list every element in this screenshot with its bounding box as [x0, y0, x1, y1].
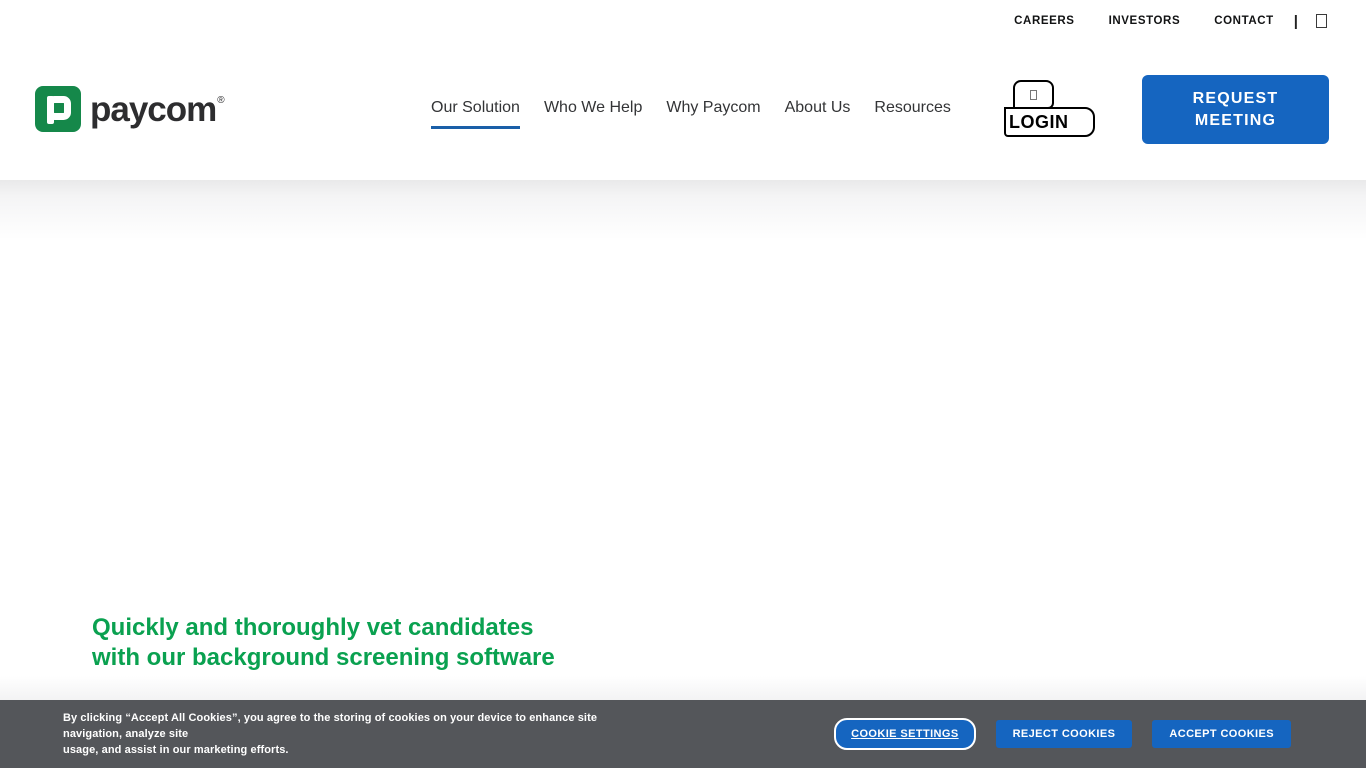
cookie-banner: By clicking “Accept All Cookies”, you ag… [0, 700, 1366, 768]
utility-separator: | [1294, 13, 1298, 30]
search-icon[interactable] [1316, 14, 1327, 28]
nav-item-our-solution[interactable]: Our Solution [431, 98, 520, 129]
login-label: LOGIN [1004, 107, 1095, 137]
cookie-message-line-1: By clicking “Accept All Cookies”, you ag… [63, 710, 653, 742]
utility-link-investors[interactable]: INVESTORS [1109, 15, 1181, 27]
reject-cookies-button[interactable]: REJECT COOKIES [996, 720, 1133, 748]
cookie-settings-button[interactable]: COOKIE SETTINGS [834, 718, 975, 750]
login-button[interactable]: LOGIN [1004, 80, 1096, 137]
hero-heading-line-1: Quickly and thoroughly vet candidates [92, 613, 555, 643]
site-header: CAREERS INVESTORS CONTACT | paycom® Our … [0, 0, 1366, 180]
nav-item-resources[interactable]: Resources [874, 98, 950, 129]
user-icon [1030, 90, 1037, 100]
utility-link-careers[interactable]: CAREERS [1014, 15, 1074, 27]
registered-mark: ® [217, 95, 223, 106]
request-meeting-button[interactable]: REQUEST MEETING [1142, 75, 1329, 144]
main-nav: Our Solution Who We Help Why Paycom Abou… [431, 98, 951, 129]
cookie-message-line-2: usage, and assist in our marketing effor… [63, 742, 653, 758]
accept-cookies-button[interactable]: ACCEPT COOKIES [1152, 720, 1291, 748]
cookie-buttons: COOKIE SETTINGS REJECT COOKIES ACCEPT CO… [834, 718, 1291, 750]
paycom-logo-icon [35, 86, 81, 132]
paycom-logo[interactable]: paycom® [35, 86, 224, 132]
nav-item-who-we-help[interactable]: Who We Help [544, 98, 642, 129]
nav-item-why-paycom[interactable]: Why Paycom [666, 98, 760, 129]
hero-heading-line-2: with our background screening software [92, 643, 555, 673]
nav-item-about-us[interactable]: About Us [785, 98, 851, 129]
hero-section: Quickly and thoroughly vet candidates wi… [0, 180, 1366, 700]
login-icon-box [1013, 80, 1054, 109]
utility-link-contact[interactable]: CONTACT [1214, 15, 1274, 27]
paycom-logo-text: paycom® [90, 92, 224, 127]
cookie-message: By clicking “Accept All Cookies”, you ag… [63, 710, 653, 758]
utility-nav: CAREERS INVESTORS CONTACT | [1014, 0, 1366, 42]
hero-heading: Quickly and thoroughly vet candidates wi… [92, 613, 555, 673]
